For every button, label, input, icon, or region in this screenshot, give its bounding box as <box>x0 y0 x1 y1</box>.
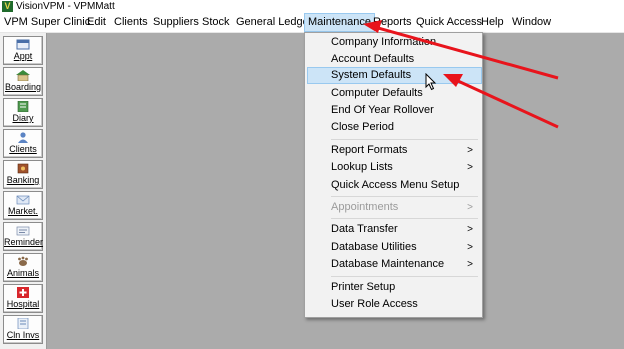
toolbar-animals-button[interactable]: Animals <box>3 253 43 282</box>
calendar-icon <box>16 39 30 50</box>
menu-item-label: Account Defaults <box>331 53 415 65</box>
menu-item-computer-defaults[interactable]: Computer Defaults <box>307 85 480 102</box>
side-toolbar: Appt Boarding Diary Clients Banking Mark… <box>0 33 47 349</box>
menu-item-label: Appointments <box>331 201 399 213</box>
toolbar-diary-button[interactable]: Diary <box>3 98 43 127</box>
menu-item-label: System Defaults <box>331 69 412 81</box>
menu-bar: VPM Super Clinic Edit Clients Suppliers … <box>0 13 624 33</box>
app-logo-icon: V <box>2 1 13 12</box>
submenu-chevron-icon: > <box>467 259 473 270</box>
menu-item-label: User Role Access <box>331 298 418 310</box>
menu-quick-access[interactable]: Quick Access <box>416 13 482 32</box>
menu-item-user-role-access[interactable]: User Role Access <box>307 296 480 313</box>
menu-item-label: Quick Access Menu Setup <box>331 179 460 191</box>
menu-vpm-super-clinic[interactable]: VPM Super Clinic <box>4 13 90 32</box>
menu-window[interactable]: Window <box>512 13 551 32</box>
menu-item-label: Close Period <box>331 121 394 133</box>
toolbar-label: Reminder <box>4 237 44 247</box>
menu-item-label: Lookup Lists <box>331 161 393 173</box>
menu-general-ledger[interactable]: General Ledger <box>236 13 312 32</box>
submenu-chevron-icon: > <box>467 224 473 235</box>
mouse-pointer-icon <box>425 73 437 91</box>
menu-item-label: Company Information <box>331 36 437 48</box>
maintenance-dropdown-menu: Company Information Account Defaults Sys… <box>304 32 483 318</box>
menu-separator <box>331 276 478 277</box>
toolbar-label: Hospital <box>6 299 40 309</box>
menu-help[interactable]: Help <box>481 13 504 32</box>
toolbar-market-button[interactable]: Market. <box>3 191 43 220</box>
menu-item-database-utilities[interactable]: Database Utilities > <box>307 239 480 256</box>
menu-item-label: Database Utilities <box>331 241 417 253</box>
submenu-chevron-icon: > <box>467 145 473 156</box>
menu-reports[interactable]: Reports <box>373 13 412 32</box>
menu-item-label: Computer Defaults <box>331 87 423 99</box>
toolbar-label: Banking <box>6 175 40 185</box>
diary-icon <box>17 101 29 112</box>
menu-item-quick-access-menu-setup[interactable]: Quick Access Menu Setup <box>307 177 480 194</box>
menu-maintenance[interactable]: Maintenance <box>304 13 375 32</box>
house-icon <box>16 70 30 81</box>
menu-separator <box>331 196 478 197</box>
submenu-chevron-icon: > <box>467 242 473 253</box>
menu-clients[interactable]: Clients <box>114 13 148 32</box>
menu-item-system-defaults[interactable]: System Defaults <box>307 67 482 84</box>
invoice-icon <box>17 318 29 329</box>
toolbar-banking-button[interactable]: Banking <box>3 160 43 189</box>
safe-icon <box>17 163 29 174</box>
submenu-chevron-icon: > <box>467 202 473 213</box>
envelope-icon <box>16 195 30 205</box>
title-bar: V VisionVPM - VPMMatt <box>0 0 624 13</box>
toolbar-reminder-button[interactable]: Reminder <box>3 222 43 251</box>
menu-item-database-maintenance[interactable]: Database Maintenance > <box>307 256 480 273</box>
reminder-icon <box>16 226 30 236</box>
menu-item-label: End Of Year Rollover <box>331 104 434 116</box>
menu-item-lookup-lists[interactable]: Lookup Lists > <box>307 159 480 176</box>
toolbar-label: Animals <box>6 268 39 278</box>
toolbar-boarding-button[interactable]: Boarding <box>3 67 43 96</box>
submenu-chevron-icon: > <box>467 162 473 173</box>
menu-item-company-information[interactable]: Company Information <box>307 34 480 51</box>
menu-item-data-transfer[interactable]: Data Transfer > <box>307 221 480 238</box>
menu-separator <box>331 218 478 219</box>
hospital-cross-icon <box>17 287 29 298</box>
menu-stock[interactable]: Stock <box>202 13 230 32</box>
toolbar-label: Clients <box>9 144 37 154</box>
toolbar-appt-button[interactable]: Appt <box>3 36 43 65</box>
animal-icon <box>18 256 28 266</box>
menu-item-appointments: Appointments > <box>307 199 480 216</box>
toolbar-hospital-button[interactable]: Hospital <box>3 284 43 313</box>
menu-item-printer-setup[interactable]: Printer Setup <box>307 279 480 296</box>
toolbar-label: Market. <box>7 206 38 216</box>
toolbar-label: Diary <box>12 113 34 123</box>
person-icon <box>18 132 28 143</box>
menu-item-label: Data Transfer <box>331 223 398 235</box>
menu-item-label: Report Formats <box>331 144 408 156</box>
toolbar-label: Boarding <box>4 82 42 92</box>
window-title: VisionVPM - VPMMatt <box>16 1 115 12</box>
menu-separator <box>331 139 478 140</box>
menu-suppliers[interactable]: Suppliers <box>153 13 199 32</box>
toolbar-label: Appt <box>13 51 33 61</box>
menu-item-end-of-year-rollover[interactable]: End Of Year Rollover <box>307 102 480 119</box>
menu-item-label: Printer Setup <box>331 281 396 293</box>
menu-item-account-defaults[interactable]: Account Defaults <box>307 51 480 68</box>
menu-item-report-formats[interactable]: Report Formats > <box>307 142 480 159</box>
menu-edit[interactable]: Edit <box>87 13 106 32</box>
menu-item-label: Database Maintenance <box>331 258 445 270</box>
toolbar-label: Cln Invs <box>6 330 40 340</box>
toolbar-cln-invs-button[interactable]: Cln Invs <box>3 315 43 344</box>
toolbar-clients-button[interactable]: Clients <box>3 129 43 158</box>
menu-item-close-period[interactable]: Close Period <box>307 119 480 136</box>
